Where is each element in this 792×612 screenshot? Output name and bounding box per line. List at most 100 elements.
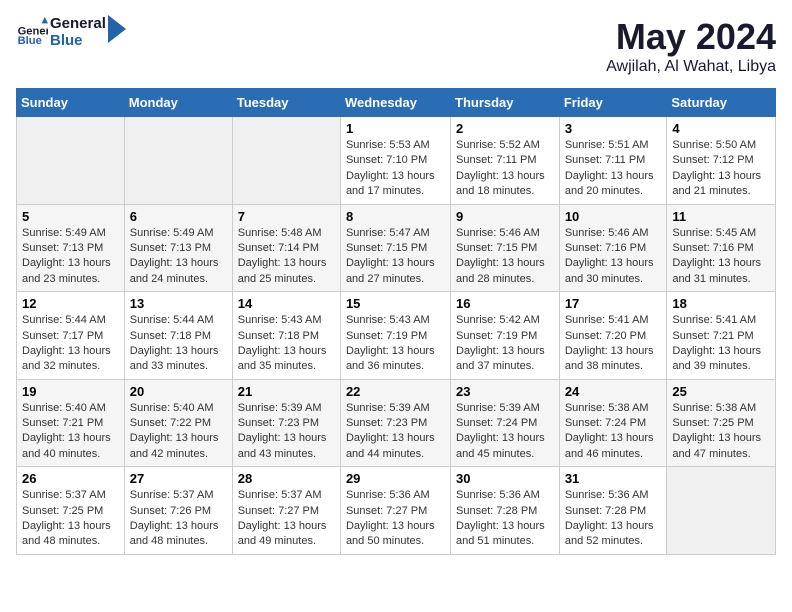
calendar-cell: 27 Sunrise: 5:37 AM Sunset: 7:26 PM Dayli… [124,467,232,555]
logo-icon: General Blue [16,17,48,49]
day-info: Sunrise: 5:43 AM Sunset: 7:18 PM Dayligh… [238,313,335,375]
weekday-header-cell: Saturday [667,89,776,117]
calendar-cell: 25 Sunrise: 5:38 AM Sunset: 7:25 PM Dayli… [667,379,776,467]
calendar-cell: 19 Sunrise: 5:40 AM Sunset: 7:21 PM Dayli… [17,379,125,467]
weekday-header-cell: Friday [559,89,667,117]
weekday-header-cell: Sunday [17,89,125,117]
calendar-cell: 17 Sunrise: 5:41 AM Sunset: 7:20 PM Dayli… [559,292,667,380]
calendar-cell: 12 Sunrise: 5:44 AM Sunset: 7:17 PM Dayli… [17,292,125,380]
calendar-cell: 21 Sunrise: 5:39 AM Sunset: 7:23 PM Dayli… [232,379,340,467]
day-info: Sunrise: 5:44 AM Sunset: 7:18 PM Dayligh… [130,313,227,375]
calendar-cell: 7 Sunrise: 5:48 AM Sunset: 7:14 PM Daylig… [232,204,340,292]
calendar-week-row: 12 Sunrise: 5:44 AM Sunset: 7:17 PM Dayli… [17,292,776,380]
day-info: Sunrise: 5:44 AM Sunset: 7:17 PM Dayligh… [22,313,119,375]
day-number: 13 [130,296,227,311]
day-number: 15 [346,296,445,311]
day-number: 3 [565,121,662,136]
day-info: Sunrise: 5:40 AM Sunset: 7:21 PM Dayligh… [22,401,119,463]
calendar-cell: 13 Sunrise: 5:44 AM Sunset: 7:18 PM Dayli… [124,292,232,380]
day-info: Sunrise: 5:39 AM Sunset: 7:23 PM Dayligh… [238,401,335,463]
day-number: 14 [238,296,335,311]
day-number: 18 [672,296,770,311]
day-number: 20 [130,384,227,399]
calendar-cell [124,117,232,205]
calendar-cell: 9 Sunrise: 5:46 AM Sunset: 7:15 PM Daylig… [451,204,560,292]
calendar-table: SundayMondayTuesdayWednesdayThursdayFrid… [16,88,776,555]
logo-text-general: General [50,16,106,33]
day-info: Sunrise: 5:38 AM Sunset: 7:24 PM Dayligh… [565,401,662,463]
day-info: Sunrise: 5:39 AM Sunset: 7:24 PM Dayligh… [456,401,554,463]
day-info: Sunrise: 5:36 AM Sunset: 7:27 PM Dayligh… [346,488,445,550]
day-number: 25 [672,384,770,399]
day-number: 17 [565,296,662,311]
day-info: Sunrise: 5:47 AM Sunset: 7:15 PM Dayligh… [346,226,445,288]
calendar-cell: 2Sunrise: 5:52 AM Sunset: 7:11 PM Daylig… [451,117,560,205]
weekday-header-cell: Tuesday [232,89,340,117]
page-header: General Blue General Blue May 2024 Awjil… [16,16,776,76]
day-info: Sunrise: 5:41 AM Sunset: 7:20 PM Dayligh… [565,313,662,375]
day-info: Sunrise: 5:46 AM Sunset: 7:16 PM Dayligh… [565,226,662,288]
calendar-week-row: 5Sunrise: 5:49 AM Sunset: 7:13 PM Daylig… [17,204,776,292]
calendar-cell [667,467,776,555]
calendar-cell: 29 Sunrise: 5:36 AM Sunset: 7:27 PM Dayli… [340,467,450,555]
weekday-header-row: SundayMondayTuesdayWednesdayThursdayFrid… [17,89,776,117]
calendar-cell: 8Sunrise: 5:47 AM Sunset: 7:15 PM Daylig… [340,204,450,292]
day-number: 6 [130,209,227,224]
day-info: Sunrise: 5:52 AM Sunset: 7:11 PM Dayligh… [456,138,554,200]
day-info: Sunrise: 5:48 AM Sunset: 7:14 PM Dayligh… [238,226,335,288]
day-number: 4 [672,121,770,136]
day-number: 26 [22,471,119,486]
day-info: Sunrise: 5:39 AM Sunset: 7:23 PM Dayligh… [346,401,445,463]
calendar-week-row: 26 Sunrise: 5:37 AM Sunset: 7:25 PM Dayli… [17,467,776,555]
day-number: 27 [130,471,227,486]
calendar-body: 1 Sunrise: 5:53 AM Sunset: 7:10 PM Daylig… [17,117,776,555]
svg-text:Blue: Blue [18,35,42,47]
calendar-cell: 28 Sunrise: 5:37 AM Sunset: 7:27 PM Dayli… [232,467,340,555]
title-block: May 2024 Awjilah, Al Wahat, Libya [606,16,776,76]
day-number: 12 [22,296,119,311]
calendar-cell: 5Sunrise: 5:49 AM Sunset: 7:13 PM Daylig… [17,204,125,292]
logo-triangle-icon [108,15,126,43]
day-info: Sunrise: 5:38 AM Sunset: 7:25 PM Dayligh… [672,401,770,463]
day-number: 7 [238,209,335,224]
day-info: Sunrise: 5:43 AM Sunset: 7:19 PM Dayligh… [346,313,445,375]
calendar-cell [17,117,125,205]
day-info: Sunrise: 5:37 AM Sunset: 7:25 PM Dayligh… [22,488,119,550]
day-info: Sunrise: 5:37 AM Sunset: 7:26 PM Dayligh… [130,488,227,550]
calendar-cell: 23 Sunrise: 5:39 AM Sunset: 7:24 PM Dayli… [451,379,560,467]
day-info: Sunrise: 5:46 AM Sunset: 7:15 PM Dayligh… [456,226,554,288]
calendar-cell: 15 Sunrise: 5:43 AM Sunset: 7:19 PM Dayli… [340,292,450,380]
day-info: Sunrise: 5:45 AM Sunset: 7:16 PM Dayligh… [672,226,770,288]
day-number: 1 [346,121,445,136]
day-info: Sunrise: 5:50 AM Sunset: 7:12 PM Dayligh… [672,138,770,200]
calendar-cell: 22Sunrise: 5:39 AM Sunset: 7:23 PM Dayli… [340,379,450,467]
location-title: Awjilah, Al Wahat, Libya [606,58,776,76]
day-number: 24 [565,384,662,399]
day-number: 19 [22,384,119,399]
logo: General Blue General Blue [16,16,126,49]
weekday-header-cell: Monday [124,89,232,117]
calendar-cell: 1 Sunrise: 5:53 AM Sunset: 7:10 PM Daylig… [340,117,450,205]
day-info: Sunrise: 5:51 AM Sunset: 7:11 PM Dayligh… [565,138,662,200]
day-info: Sunrise: 5:36 AM Sunset: 7:28 PM Dayligh… [565,488,662,550]
day-info: Sunrise: 5:37 AM Sunset: 7:27 PM Dayligh… [238,488,335,550]
day-number: 10 [565,209,662,224]
calendar-week-row: 1 Sunrise: 5:53 AM Sunset: 7:10 PM Daylig… [17,117,776,205]
day-info: Sunrise: 5:36 AM Sunset: 7:28 PM Dayligh… [456,488,554,550]
calendar-week-row: 19 Sunrise: 5:40 AM Sunset: 7:21 PM Dayli… [17,379,776,467]
logo-text-blue: Blue [50,33,106,50]
calendar-cell [232,117,340,205]
day-info: Sunrise: 5:49 AM Sunset: 7:13 PM Dayligh… [22,226,119,288]
day-number: 16 [456,296,554,311]
calendar-cell: 11Sunrise: 5:45 AM Sunset: 7:16 PM Dayli… [667,204,776,292]
day-info: Sunrise: 5:53 AM Sunset: 7:10 PM Dayligh… [346,138,445,200]
calendar-cell: 20 Sunrise: 5:40 AM Sunset: 7:22 PM Dayli… [124,379,232,467]
day-info: Sunrise: 5:49 AM Sunset: 7:13 PM Dayligh… [130,226,227,288]
day-info: Sunrise: 5:40 AM Sunset: 7:22 PM Dayligh… [130,401,227,463]
day-number: 29 [346,471,445,486]
day-number: 23 [456,384,554,399]
calendar-cell: 24 Sunrise: 5:38 AM Sunset: 7:24 PM Dayli… [559,379,667,467]
day-number: 28 [238,471,335,486]
day-number: 9 [456,209,554,224]
day-number: 21 [238,384,335,399]
